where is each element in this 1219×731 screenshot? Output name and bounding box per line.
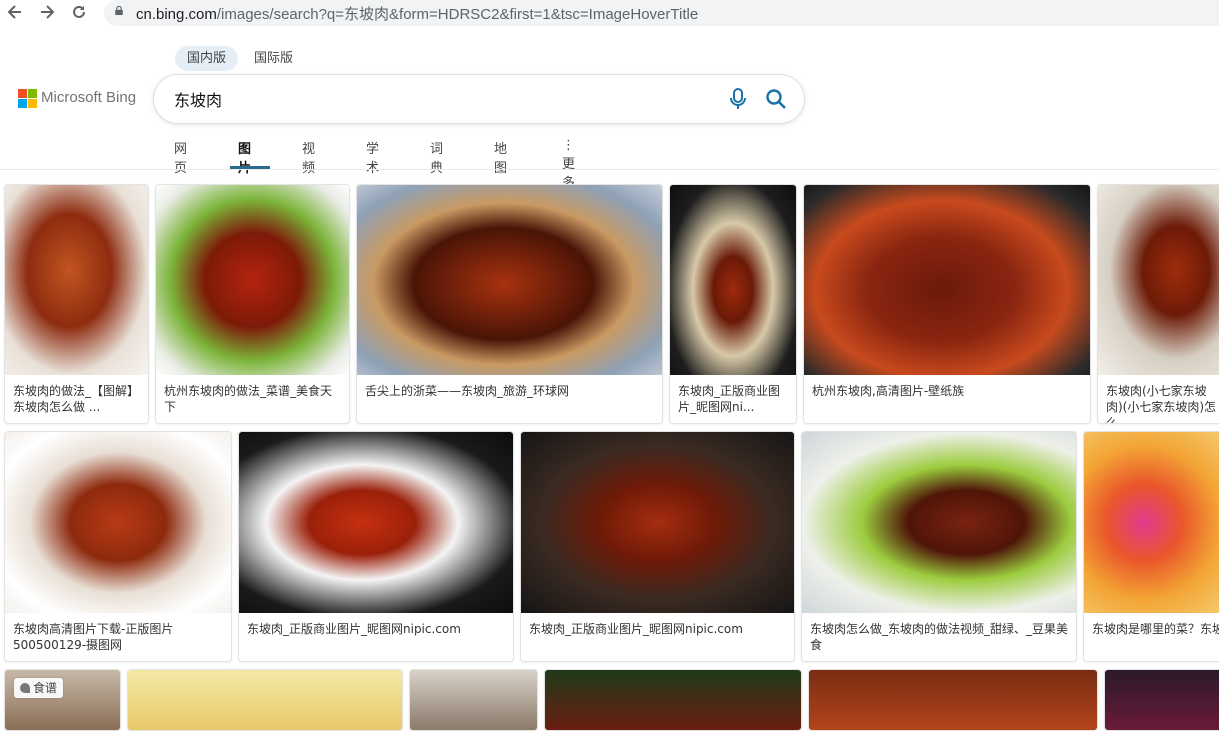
- image-result-card[interactable]: 东坡肉高清图片下载-正版图片500500129-摄图网: [4, 431, 232, 662]
- tab-images[interactable]: 图片: [238, 138, 251, 176]
- image-result-card[interactable]: 东坡肉_正版商业图片_昵图网ni...: [669, 184, 797, 424]
- dish-thumbnail[interactable]: [128, 670, 402, 730]
- image-caption[interactable]: 东坡肉高清图片下载-正版图片500500129-摄图网: [13, 621, 225, 653]
- image-result-card[interactable]: 东坡肉(小七家东坡肉)(小七家东坡肉)怎么 ...: [1097, 184, 1219, 424]
- address-bar[interactable]: cn.bing.com/images/search?q=东坡肉&form=HDR…: [104, 0, 1219, 26]
- image-caption[interactable]: 东坡肉_正版商业图片_昵图网nipic.com: [247, 621, 507, 637]
- image-caption[interactable]: 舌尖上的浙菜——东坡肉_旅游_环球网: [365, 383, 656, 399]
- header-divider: [0, 169, 1219, 170]
- back-arrow-icon[interactable]: [4, 3, 26, 23]
- market-tab-international[interactable]: 国际版: [242, 46, 305, 71]
- image-caption[interactable]: 杭州东坡肉,高清图片-壁纸族: [812, 383, 1084, 399]
- tab-videos[interactable]: 视频: [302, 138, 315, 176]
- image-caption[interactable]: 东坡肉(小七家东坡肉)(小七家东坡肉)怎么 ...: [1106, 383, 1219, 423]
- tab-academic[interactable]: 学术: [366, 138, 379, 176]
- image-caption[interactable]: 东坡肉是哪里的菜？东坡: [1092, 621, 1219, 637]
- lock-icon: [115, 6, 123, 15]
- browser-toolbar: cn.bing.com/images/search?q=东坡肉&form=HDR…: [0, 0, 1219, 26]
- dish-thumbnail[interactable]: [1098, 185, 1219, 375]
- dish-thumbnail[interactable]: [521, 432, 794, 613]
- logo-text: Microsoft Bing: [41, 89, 137, 106]
- recipe-tag[interactable]: 食谱: [14, 678, 64, 698]
- dish-thumbnail[interactable]: [670, 185, 796, 375]
- search-icon[interactable]: [765, 88, 787, 110]
- dish-thumbnail[interactable]: [1084, 432, 1219, 613]
- recipe-tag-icon: [20, 683, 30, 693]
- image-result-card[interactable]: [409, 669, 538, 731]
- market-tabs: 国内版 国际版: [175, 46, 309, 72]
- recipe-tag-label: 食谱: [33, 681, 58, 695]
- tab-more[interactable]: ⋮ 更多: [562, 138, 575, 191]
- image-caption[interactable]: 杭州东坡肉的做法_菜谱_美食天下: [164, 383, 343, 415]
- dish-thumbnail[interactable]: [357, 185, 662, 375]
- image-caption[interactable]: 东坡肉_正版商业图片_昵图网ni...: [678, 383, 790, 415]
- dish-thumbnail[interactable]: [809, 670, 1097, 730]
- image-result-card[interactable]: 杭州东坡肉的做法_菜谱_美食天下: [155, 184, 350, 424]
- image-caption[interactable]: 东坡肉_正版商业图片_昵图网nipic.com: [529, 621, 788, 637]
- dish-thumbnail[interactable]: [802, 432, 1076, 613]
- dish-thumbnail[interactable]: [545, 670, 801, 730]
- image-caption[interactable]: 东坡肉的做法_【图解】东坡肉怎么做 ...: [13, 383, 142, 415]
- dish-thumbnail[interactable]: [804, 185, 1090, 375]
- tab-maps[interactable]: 地图: [494, 138, 507, 176]
- forward-arrow-icon[interactable]: [36, 3, 58, 23]
- image-caption[interactable]: 东坡肉怎么做_东坡肉的做法视频_甜绿、_豆果美食: [810, 621, 1070, 653]
- image-result-card[interactable]: 杭州东坡肉,高清图片-壁纸族: [803, 184, 1091, 424]
- image-result-card[interactable]: 东坡肉_正版商业图片_昵图网nipic.com: [520, 431, 795, 662]
- url-text: cn.bing.com/images/search?q=东坡肉&form=HDR…: [136, 6, 699, 23]
- dish-thumbnail[interactable]: [1105, 670, 1219, 730]
- tab-dictionary[interactable]: 词典: [430, 138, 443, 176]
- dish-thumbnail[interactable]: [410, 670, 537, 730]
- dish-thumbnail[interactable]: [5, 432, 231, 613]
- image-result-card[interactable]: [1104, 669, 1219, 731]
- image-result-card[interactable]: [127, 669, 403, 731]
- dish-thumbnail[interactable]: [239, 432, 513, 613]
- tab-web[interactable]: 网页: [174, 138, 187, 176]
- microsoft-logo-icon: [18, 89, 37, 108]
- image-result-card[interactable]: 东坡肉_正版商业图片_昵图网nipic.com: [238, 431, 514, 662]
- search-box: [154, 75, 804, 123]
- reload-icon[interactable]: [68, 3, 90, 23]
- microphone-icon[interactable]: [728, 88, 748, 110]
- search-input[interactable]: [174, 89, 694, 108]
- image-result-card[interactable]: [808, 669, 1098, 731]
- market-tab-domestic[interactable]: 国内版: [175, 46, 239, 71]
- image-result-card[interactable]: 东坡肉是哪里的菜？东坡: [1083, 431, 1219, 662]
- dish-thumbnail[interactable]: [156, 185, 349, 375]
- dish-thumbnail[interactable]: [5, 185, 148, 375]
- image-result-card[interactable]: [544, 669, 802, 731]
- image-result-card[interactable]: 东坡肉的做法_【图解】东坡肉怎么做 ...: [4, 184, 149, 424]
- image-result-card[interactable]: 舌尖上的浙菜——东坡肉_旅游_环球网: [356, 184, 663, 424]
- image-result-card[interactable]: 东坡肉怎么做_东坡肉的做法视频_甜绿、_豆果美食: [801, 431, 1077, 662]
